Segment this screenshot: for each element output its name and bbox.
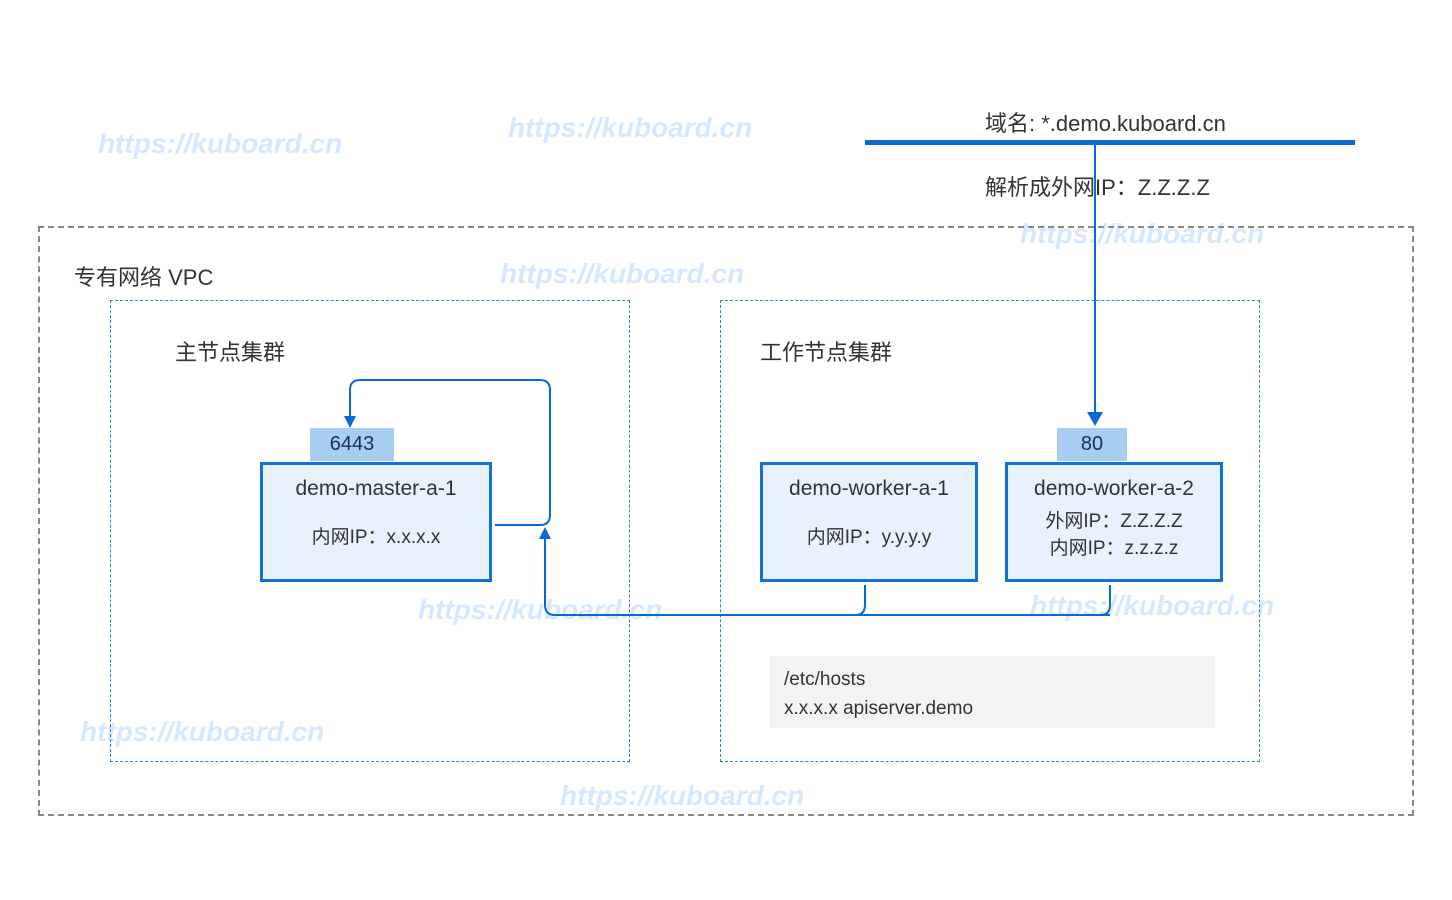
- domain-underline: [865, 140, 1355, 145]
- worker-cluster-label: 工作节点集群: [760, 335, 892, 367]
- node-worker2-name: demo-worker-a-2: [1008, 465, 1220, 503]
- domain-label: 域名: *.demo.kuboard.cn: [985, 106, 1226, 138]
- hosts-line2: x.x.x.x apiserver.demo: [784, 695, 1201, 724]
- hosts-line1: /etc/hosts: [784, 666, 1201, 695]
- node-worker2-extranet: 外网IP：Z.Z.Z.Z: [1008, 509, 1220, 536]
- node-master-name: demo-master-a-1: [263, 465, 489, 503]
- node-worker1-intranet: 内网IP：y.y.y.y: [763, 525, 975, 552]
- node-worker1-name: demo-worker-a-1: [763, 465, 975, 503]
- node-worker1-box: demo-worker-a-1 内网IP：y.y.y.y: [760, 462, 978, 582]
- node-master-intranet: 内网IP：x.x.x.x: [263, 525, 489, 552]
- etc-hosts-box: /etc/hosts x.x.x.x apiserver.demo: [770, 656, 1215, 728]
- master-cluster-label: 主节点集群: [175, 335, 285, 367]
- resolve-ip-label: 解析成外网IP：Z.Z.Z.Z: [985, 170, 1210, 202]
- port-80-chip: 80: [1057, 428, 1127, 461]
- port-6443-chip: 6443: [310, 428, 394, 461]
- watermark: https://kuboard.cn: [98, 128, 342, 160]
- node-worker2-box: demo-worker-a-2 外网IP：Z.Z.Z.Z 内网IP：z.z.z.…: [1005, 462, 1223, 582]
- node-master-box: demo-master-a-1 内网IP：x.x.x.x: [260, 462, 492, 582]
- vpc-label: 专有网络 VPC: [74, 260, 213, 292]
- node-worker2-intranet: 内网IP：z.z.z.z: [1008, 536, 1220, 563]
- watermark: https://kuboard.cn: [508, 112, 752, 144]
